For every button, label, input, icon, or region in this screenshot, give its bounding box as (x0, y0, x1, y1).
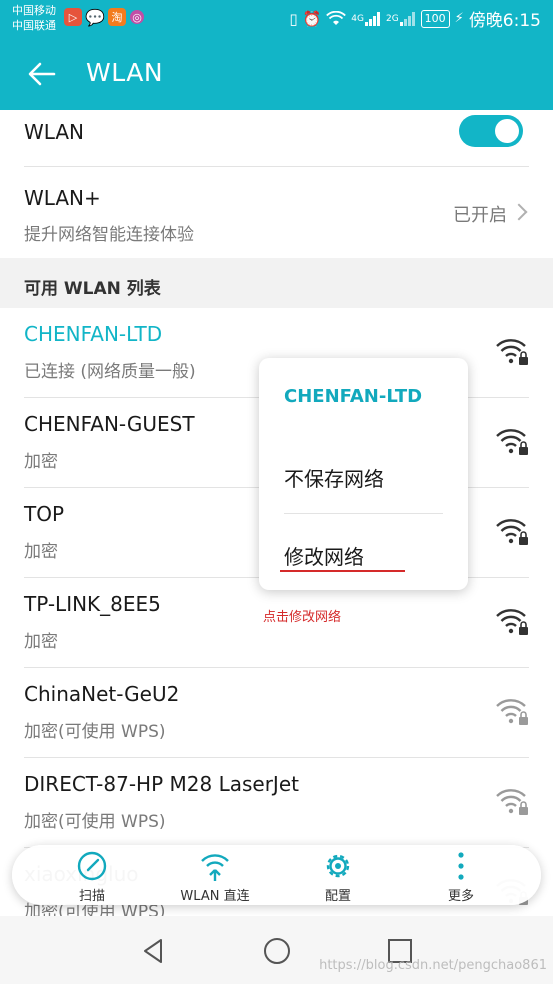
network-row[interactable]: ChinaNet-GeU2 加密(可使用 WPS) (0, 668, 553, 758)
wlan-direct-label: WLAN 直连 (180, 889, 250, 904)
network-ssid: CHENFAN-GUEST (24, 412, 195, 436)
battery-icon: 100 (420, 9, 450, 28)
network-ssid: CHENFAN-LTD (24, 322, 163, 346)
carrier-info: 中国移动 中国联通 (12, 3, 56, 33)
wifi-locked-icon (496, 609, 528, 635)
network-type-1: 4G (351, 13, 364, 24)
network-ssid: TOP (24, 502, 65, 526)
section-title: 可用 WLAN 列表 (24, 279, 161, 299)
taobao-icon: 淘 (108, 8, 126, 26)
annotation-text: 点击修改网络 (263, 610, 342, 625)
config-button[interactable]: 配置 (283, 849, 393, 904)
popup-title: CHENFAN-LTD (284, 386, 423, 407)
page-title: WLAN (86, 58, 164, 87)
network-ssid: DIRECT-87-HP M28 LaserJet (24, 772, 299, 796)
wifi-locked-icon (496, 339, 528, 365)
network-ssid: TP-LINK_8EE5 (24, 592, 161, 616)
wlan-plus-subtitle: 提升网络智能连接体验 (24, 225, 194, 245)
watermark: https://blog.csdn.net/pengchao861 (319, 958, 547, 973)
carrier-2: 中国联通 (12, 19, 56, 32)
nav-back-icon[interactable] (139, 936, 169, 966)
more-vertical-icon (458, 852, 464, 880)
wifi-status-icon (326, 10, 347, 25)
signal-icon-1 (364, 11, 380, 26)
network-type-2: 2G (385, 13, 399, 24)
section-header: 可用 WLAN 列表 (0, 258, 553, 308)
bottom-toolbar: 扫描 WLAN 直连 配置 更多 (12, 845, 541, 905)
alarm-icon: ⏰ (302, 9, 322, 28)
popup-divider (284, 513, 443, 514)
clock: 傍晚6:15 (468, 11, 541, 31)
scan-icon (77, 851, 107, 881)
wlan-plus-status: 已开启 (453, 205, 507, 226)
app-circle-icon: ◎ (130, 10, 144, 24)
app-bar: WLAN (0, 38, 553, 110)
vibrate-icon: ▯ (289, 9, 298, 28)
network-status: 加密 (24, 452, 58, 472)
wlan-toggle-row[interactable]: WLAN (0, 110, 553, 166)
video-app-icon: ▷ (64, 8, 82, 26)
chat-bubble-icon: 💬 (85, 7, 105, 27)
annotation-underline (280, 570, 405, 572)
switch-knob (495, 119, 519, 143)
nav-home-icon[interactable] (262, 936, 292, 966)
signal-icon-2 (399, 11, 415, 26)
wifi-locked-icon (496, 519, 528, 545)
network-status: 已连接 (网络质量一般) (24, 362, 196, 382)
navigation-bar: https://blog.csdn.net/pengchao861 (0, 916, 553, 984)
config-label: 配置 (324, 889, 351, 904)
wifi-locked-icon (496, 429, 528, 455)
carrier-1: 中国移动 (12, 4, 56, 17)
back-arrow-icon[interactable] (24, 56, 60, 92)
wlan-plus-label: WLAN+ (24, 186, 101, 210)
wlan-label: WLAN (24, 120, 85, 144)
network-status: 加密(可使用 WPS) (24, 812, 166, 832)
network-status: 加密 (24, 542, 58, 562)
forget-network-item[interactable]: 不保存网络 (284, 463, 384, 492)
scan-button[interactable]: 扫描 (37, 849, 147, 904)
scan-label: 扫描 (78, 889, 105, 904)
network-context-menu: CHENFAN-LTD 不保存网络 修改网络 (259, 358, 468, 590)
charging-icon: ⚡ (454, 11, 464, 26)
chevron-right-icon (510, 203, 528, 221)
network-status: 加密 (24, 632, 58, 652)
wlan-plus-row[interactable]: WLAN+ 提升网络智能连接体验 已开启 (0, 167, 553, 258)
notification-icons: ▷ 💬 淘 ◎ (64, 7, 144, 27)
wlan-direct-icon (201, 854, 229, 881)
more-label: 更多 (447, 889, 474, 904)
wlan-switch[interactable] (459, 115, 523, 147)
more-button[interactable]: 更多 (406, 849, 516, 904)
network-row[interactable]: DIRECT-87-HP M28 LaserJet 加密(可使用 WPS) (0, 758, 553, 848)
wlan-direct-button[interactable]: WLAN 直连 (160, 849, 270, 904)
modify-network-item[interactable]: 修改网络 (284, 541, 364, 570)
wifi-locked-icon (496, 699, 528, 725)
wifi-locked-icon (496, 789, 528, 815)
network-status: 加密(可使用 WPS) (24, 722, 166, 742)
gear-icon (326, 854, 350, 878)
network-ssid: ChinaNet-GeU2 (24, 682, 180, 706)
status-bar: 中国移动 中国联通 ▷ 💬 淘 ◎ ▯ ⏰ 4G 2G 100 ⚡ 傍晚6:15 (0, 0, 553, 38)
